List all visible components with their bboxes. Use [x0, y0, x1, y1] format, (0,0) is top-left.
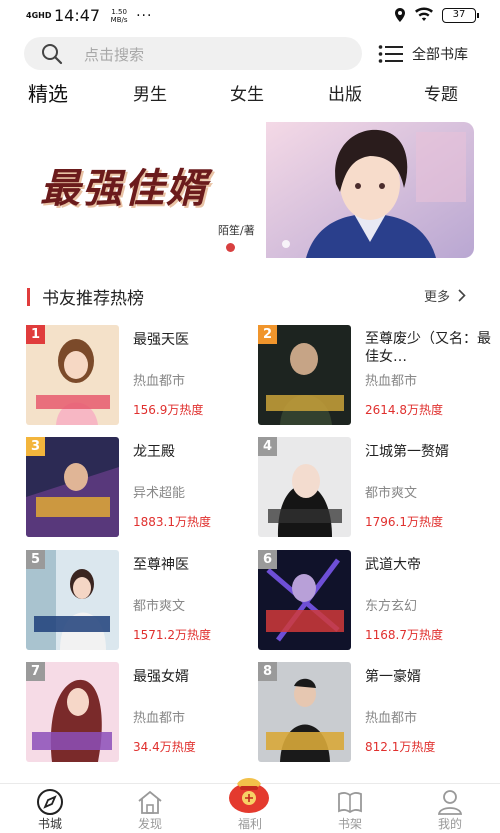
- nav-label: 书架: [337, 817, 362, 831]
- banner-illustration: [266, 122, 474, 258]
- nav-label: 发现: [137, 817, 162, 831]
- search-placeholder: 点击搜索: [84, 46, 145, 64]
- rank-badge: 2: [258, 325, 277, 344]
- rank-badge: 3: [26, 437, 45, 456]
- wifi-icon: [415, 7, 433, 21]
- status-bar: 4GHD 14:47 1.50 MB/s ··· 37: [0, 0, 500, 32]
- book-heat: 1883.1万热度: [133, 515, 211, 529]
- book-category: 热血都市: [133, 374, 186, 389]
- book-category: 都市爽文: [365, 486, 418, 501]
- nav-bookshelf[interactable]: 书架: [320, 784, 380, 833]
- book-icon: [338, 792, 362, 814]
- book-title: 至尊神医: [133, 557, 189, 573]
- book-title: 最强天医: [133, 332, 189, 348]
- book-heat: 1796.1万热度: [365, 515, 443, 529]
- book-title: 最强女婿: [133, 669, 189, 685]
- nav-label: 我的: [437, 817, 462, 831]
- rank-badge: 6: [258, 550, 277, 569]
- nav-discover[interactable]: 发现: [120, 784, 180, 833]
- book-heat: 812.1万热度: [365, 740, 436, 754]
- section-accent-bar: [27, 288, 30, 306]
- book-heat: 1571.2万热度: [133, 628, 211, 642]
- compass-icon: [37, 789, 63, 815]
- book-title: 江城第一赘婿: [365, 444, 449, 460]
- banner-title: 最强佳婿: [40, 166, 208, 212]
- book-card[interactable]: 7 最强女婿 热血都市 34.4万热度: [26, 662, 256, 762]
- book-card[interactable]: 5 至尊神医 都市爽文 1571.2万热度: [26, 550, 256, 650]
- book-title: 武道大帝: [365, 557, 421, 573]
- rank-badge: 7: [26, 662, 45, 681]
- rank-badge: 4: [258, 437, 277, 456]
- book-category: 热血都市: [365, 374, 418, 389]
- search-icon: [42, 44, 63, 65]
- nav-bookstore[interactable]: 书城: [20, 784, 80, 833]
- tab-topics[interactable]: 专题: [424, 80, 458, 105]
- network-speed: 1.50 MB/s: [110, 7, 128, 24]
- nav-label: 福利: [237, 817, 262, 831]
- banner-author: 陌笙/著: [218, 224, 255, 237]
- book-title: 至尊废少（又名：最佳女…: [365, 331, 491, 365]
- book-category: 热血都市: [133, 711, 186, 726]
- battery-indicator: 37: [442, 7, 479, 23]
- section-title: 书友推荐热榜: [42, 289, 144, 309]
- rank-badge: 1: [26, 325, 45, 344]
- banner-indicator-dot: [226, 243, 235, 252]
- tab-female[interactable]: 女生: [230, 80, 264, 105]
- signal-indicator: 4GHD: [26, 10, 52, 20]
- book-category: 东方玄幻: [365, 599, 418, 614]
- status-time: 14:47: [54, 6, 101, 25]
- book-heat: 2614.8万热度: [365, 403, 443, 417]
- lucky-bag-icon[interactable]: [223, 766, 275, 814]
- book-title: 龙王殿: [133, 444, 175, 460]
- chevron-right-icon: [458, 289, 466, 302]
- nav-label: 书城: [37, 817, 62, 831]
- category-tabs: 精选 男生 女生 出版 专题: [0, 78, 500, 114]
- more-status-icon: ···: [136, 7, 153, 24]
- book-heat: 34.4万热度: [133, 740, 196, 754]
- nav-profile[interactable]: 我的: [420, 784, 480, 833]
- search-bar[interactable]: 点击搜索: [24, 37, 362, 70]
- all-books-button[interactable]: 全部书库: [378, 42, 468, 66]
- book-card[interactable]: 1 最强天医 热血都市 156.9万热度: [26, 325, 256, 425]
- list-icon: [378, 45, 403, 63]
- home-icon: [138, 790, 162, 814]
- book-category: 热血都市: [365, 711, 418, 726]
- book-heat: 156.9万热度: [133, 403, 204, 417]
- book-card[interactable]: 4 江城第一赘婿 都市爽文 1796.1万热度: [258, 437, 488, 537]
- all-books-label: 全部书库: [412, 47, 468, 63]
- book-card[interactable]: 6 武道大帝 东方玄幻 1168.7万热度: [258, 550, 488, 650]
- rank-badge: 8: [258, 662, 277, 681]
- tab-published[interactable]: 出版: [328, 80, 362, 105]
- book-heat: 1168.7万热度: [365, 628, 443, 642]
- tab-featured[interactable]: 精选: [28, 78, 68, 107]
- book-card[interactable]: 8 第一豪婿 热血都市 812.1万热度: [258, 662, 488, 762]
- rank-badge: 5: [26, 550, 45, 569]
- promo-banner[interactable]: 最强佳婿 陌笙/著: [30, 122, 474, 258]
- person-icon: [437, 790, 463, 815]
- location-icon: [395, 8, 405, 22]
- tab-male[interactable]: 男生: [133, 80, 167, 105]
- book-title: 第一豪婿: [365, 669, 421, 685]
- more-link[interactable]: 更多: [424, 286, 466, 305]
- book-category: 异术超能: [133, 486, 186, 501]
- book-card[interactable]: 3 龙王殿 异术超能 1883.1万热度: [26, 437, 256, 537]
- book-category: 都市爽文: [133, 599, 186, 614]
- book-card[interactable]: 2 至尊废少（又名：最佳女… 热血都市 2614.8万热度: [258, 325, 491, 425]
- more-label: 更多: [424, 290, 451, 305]
